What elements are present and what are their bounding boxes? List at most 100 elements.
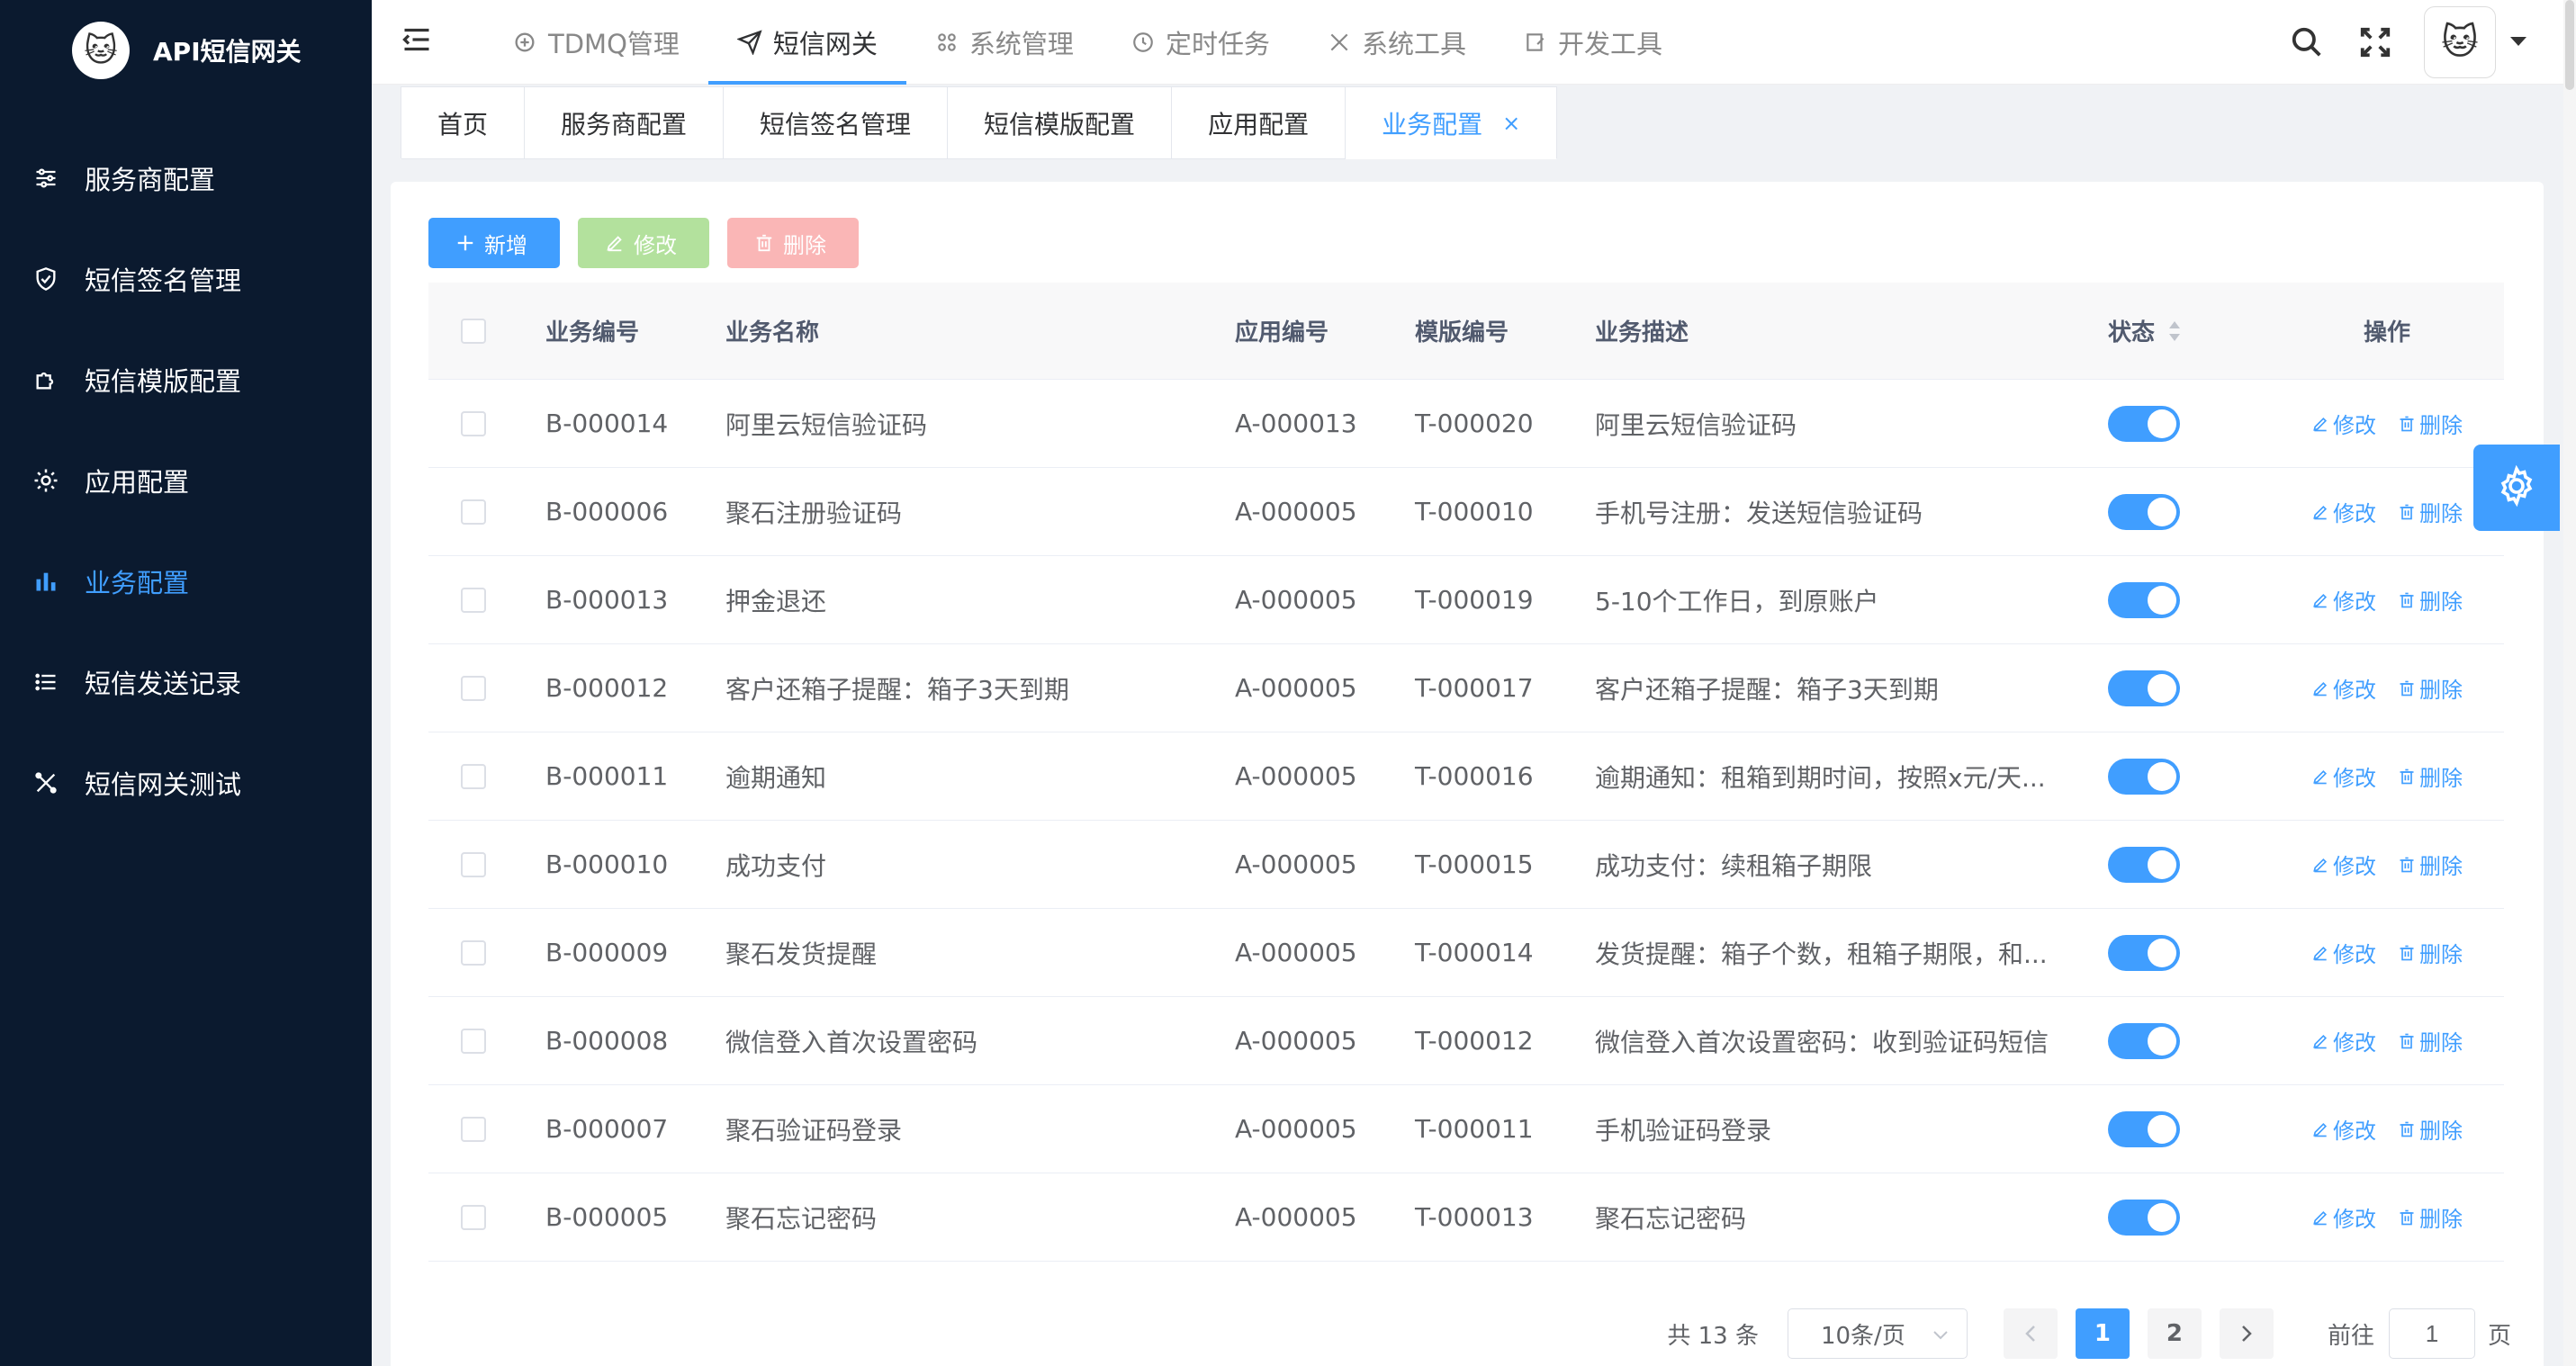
- add-button[interactable]: 新增: [428, 218, 560, 268]
- status-switch[interactable]: [2108, 758, 2180, 795]
- status-switch[interactable]: [2108, 846, 2180, 883]
- row-checkbox[interactable]: [461, 587, 486, 613]
- page-button-1[interactable]: 1: [2075, 1308, 2130, 1359]
- table-row[interactable]: B-000013 押金退还 A-000005 T-000019 5-10个工作日，到原账…: [428, 556, 2504, 644]
- prev-page-button[interactable]: [2003, 1308, 2058, 1359]
- row-delete-button[interactable]: 删除: [2398, 672, 2463, 704]
- cell-desc: 聚石忘记密码: [1595, 1203, 1747, 1234]
- topnav-system[interactable]: 系统管理: [906, 0, 1103, 85]
- row-edit-button[interactable]: 修改: [2311, 1201, 2376, 1233]
- table-row[interactable]: B-000006 聚石注册验证码 A-000005 T-000010 手机号注册：发送短…: [428, 468, 2504, 556]
- tab-template[interactable]: 短信模版配置: [948, 87, 1173, 159]
- row-edit-button[interactable]: 修改: [2311, 408, 2376, 439]
- topnav-tools[interactable]: 系统工具: [1299, 0, 1495, 85]
- table-row[interactable]: B-000012 客户还箱子提醒：箱子3天到期 A-000005 T-000017 客户…: [428, 644, 2504, 732]
- page-scrollbar[interactable]: [2563, 0, 2576, 1366]
- tab-signature[interactable]: 短信签名管理: [724, 87, 949, 159]
- table-row[interactable]: B-000007 聚石验证码登录 A-000005 T-000011 手机验证码登录 修改…: [428, 1085, 2504, 1173]
- row-delete-button[interactable]: 删除: [2398, 408, 2463, 439]
- edit-button[interactable]: 修改: [578, 218, 709, 268]
- table-row[interactable]: B-000005 聚石忘记密码 A-000005 T-000013 聚石忘记密码 修改 删除: [428, 1173, 2504, 1262]
- topnav-label: 开发工具: [1557, 29, 1662, 59]
- status-switch[interactable]: [2108, 1022, 2180, 1059]
- cell-template: T-000016: [1415, 761, 1534, 791]
- header-status[interactable]: 状态: [2081, 314, 2270, 347]
- status-switch[interactable]: [2108, 493, 2180, 530]
- row-checkbox[interactable]: [461, 675, 486, 701]
- status-switch[interactable]: [2108, 405, 2180, 442]
- row-checkbox[interactable]: [461, 499, 486, 525]
- edit-icon: [2311, 944, 2329, 962]
- row-delete-label: 删除: [2419, 413, 2463, 438]
- scrollbar-thumb[interactable]: [2565, 0, 2574, 90]
- tab-business-config[interactable]: 业务配置 ×: [1346, 87, 1558, 159]
- row-edit-button[interactable]: 修改: [2311, 760, 2376, 792]
- goto-page-input[interactable]: [2388, 1308, 2475, 1359]
- tab-home[interactable]: 首页: [401, 87, 526, 159]
- row-edit-button[interactable]: 修改: [2311, 584, 2376, 616]
- sidebar-item-template[interactable]: 短信模版配置: [0, 329, 372, 430]
- settings-fab[interactable]: [2473, 445, 2560, 531]
- topnav-label: TDMQ管理: [548, 29, 680, 59]
- row-checkbox[interactable]: [461, 1028, 486, 1054]
- sidebar-item-gateway-test[interactable]: 短信网关测试: [0, 732, 372, 833]
- table-row[interactable]: B-000008 微信登入首次设置密码 A-000005 T-000012 微信登入首次…: [428, 997, 2504, 1085]
- close-icon[interactable]: ×: [1502, 111, 1520, 136]
- row-delete-button[interactable]: 删除: [2398, 1025, 2463, 1056]
- sidebar-item-send-records[interactable]: 短信发送记录: [0, 632, 372, 732]
- topnav-tdmq[interactable]: TDMQ管理: [483, 0, 708, 85]
- table-row[interactable]: B-000009 聚石发货提醒 A-000005 T-000014 发货提醒：箱子个数，…: [428, 909, 2504, 997]
- row-delete-button[interactable]: 删除: [2398, 584, 2463, 616]
- status-switch[interactable]: [2108, 581, 2180, 618]
- chevron-down-icon[interactable]: [2510, 33, 2528, 51]
- table-row[interactable]: B-000014 阿里云短信验证码 A-000013 T-000020 阿里云短信验证码…: [428, 380, 2504, 468]
- fullscreen-icon[interactable]: [2355, 22, 2395, 62]
- sidebar-item-business-config[interactable]: 业务配置: [0, 531, 372, 632]
- row-edit-button[interactable]: 修改: [2311, 849, 2376, 880]
- table-row[interactable]: B-000010 成功支付 A-000005 T-000015 成功支付：续租箱子期限 修…: [428, 821, 2504, 909]
- topnav-devtools[interactable]: 开发工具: [1495, 0, 1691, 85]
- status-switch[interactable]: [2108, 1110, 2180, 1147]
- tab-app-config[interactable]: 应用配置: [1172, 87, 1347, 159]
- sidebar-item-provider-config[interactable]: 服务商配置: [0, 128, 372, 229]
- row-checkbox[interactable]: [461, 939, 486, 966]
- status-switch[interactable]: [2108, 1199, 2180, 1236]
- row-edit-button[interactable]: 修改: [2311, 1025, 2376, 1056]
- row-edit-button[interactable]: 修改: [2311, 1113, 2376, 1145]
- sidebar-item-signature[interactable]: 短信签名管理: [0, 229, 372, 329]
- topnav-scheduled[interactable]: 定时任务: [1103, 0, 1299, 85]
- status-switch[interactable]: [2108, 934, 2180, 971]
- row-edit-button[interactable]: 修改: [2311, 496, 2376, 527]
- row-checkbox[interactable]: [461, 851, 486, 877]
- topnav-sms-gateway[interactable]: 短信网关: [707, 0, 906, 85]
- delete-button[interactable]: 删除: [727, 218, 859, 268]
- select-all-checkbox[interactable]: [461, 318, 486, 344]
- row-checkbox[interactable]: [461, 763, 486, 789]
- status-switch[interactable]: [2108, 670, 2180, 706]
- search-icon[interactable]: [2287, 22, 2327, 62]
- cell-template: T-000019: [1415, 585, 1534, 615]
- next-page-button[interactable]: [2219, 1308, 2274, 1359]
- row-delete-button[interactable]: 删除: [2398, 760, 2463, 792]
- trash-icon: [2398, 1209, 2416, 1227]
- row-delete-button[interactable]: 删除: [2398, 849, 2463, 880]
- row-delete-button[interactable]: 删除: [2398, 1113, 2463, 1145]
- row-delete-button[interactable]: 删除: [2398, 496, 2463, 527]
- page-size-select[interactable]: 10条/页: [1787, 1308, 1968, 1359]
- row-delete-button[interactable]: 删除: [2398, 937, 2463, 968]
- collapse-menu-icon[interactable]: [401, 23, 437, 59]
- user-avatar[interactable]: 🐱: [2424, 6, 2496, 78]
- row-delete-button[interactable]: 删除: [2398, 1201, 2463, 1233]
- sidebar-item-app-config[interactable]: 应用配置: [0, 430, 372, 531]
- row-checkbox[interactable]: [461, 1204, 486, 1230]
- sort-icon[interactable]: [2167, 319, 2182, 343]
- row-checkbox[interactable]: [461, 1116, 486, 1142]
- row-edit-button[interactable]: 修改: [2311, 672, 2376, 704]
- page-button-2[interactable]: 2: [2147, 1308, 2202, 1359]
- tab-provider-config[interactable]: 服务商配置: [525, 87, 725, 159]
- row-edit-button[interactable]: 修改: [2311, 937, 2376, 968]
- shield-icon: [31, 264, 61, 294]
- edit-icon: [2311, 591, 2329, 609]
- table-row[interactable]: B-000011 逾期通知 A-000005 T-000016 逾期通知：租箱到期时间，…: [428, 732, 2504, 821]
- row-checkbox[interactable]: [461, 410, 486, 436]
